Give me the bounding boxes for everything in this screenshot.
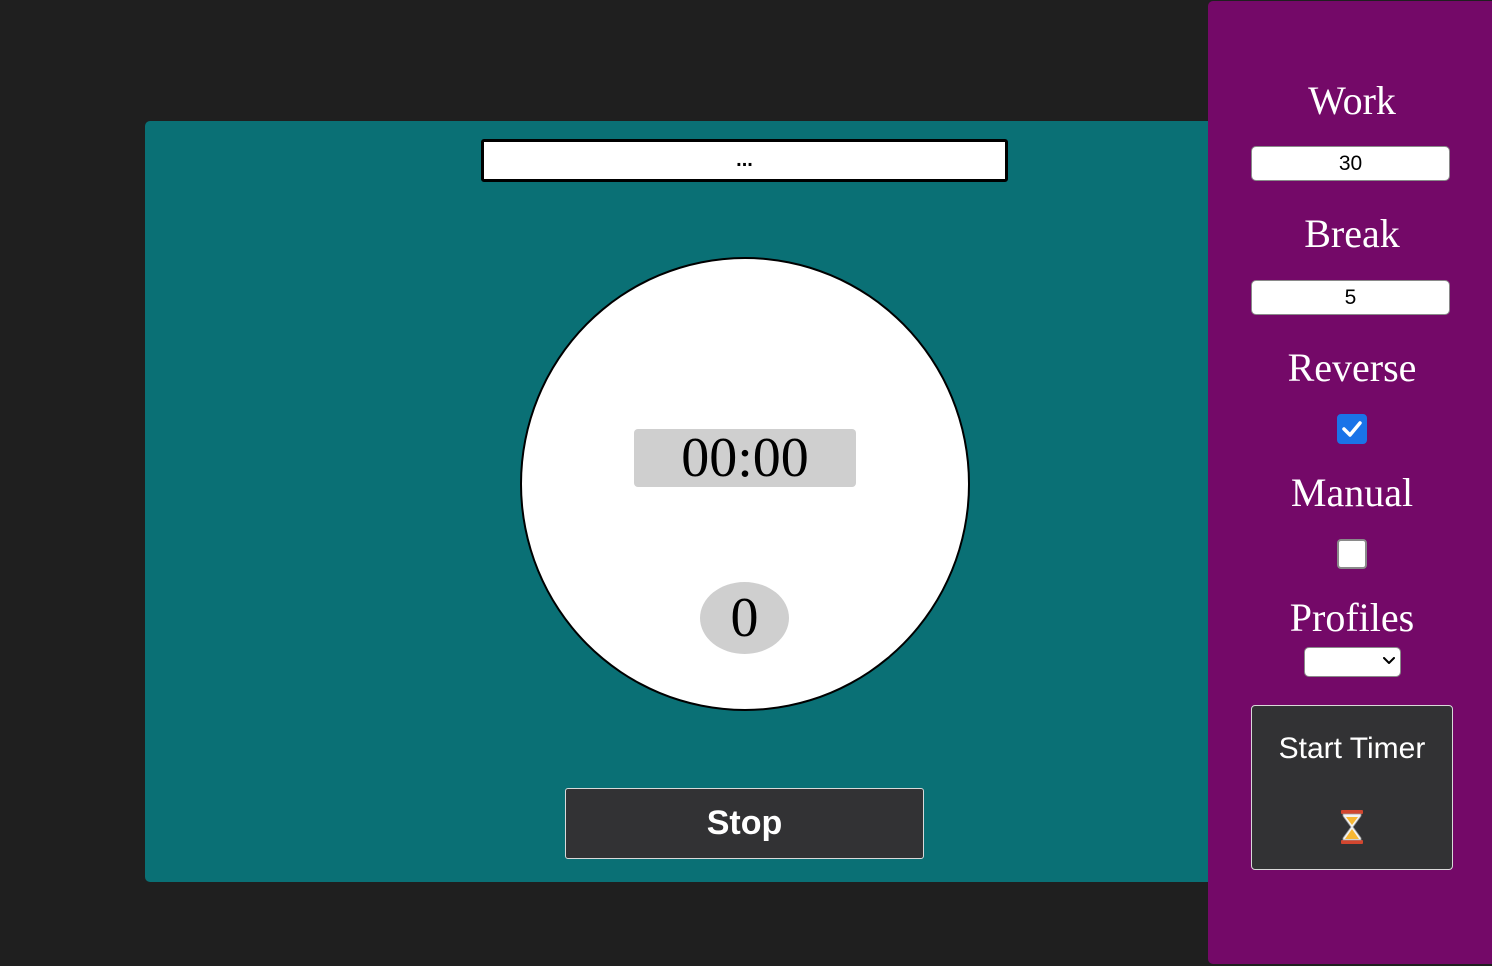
timer-panel: 00:00 0 Stop (145, 121, 1220, 882)
reverse-checkbox[interactable] (1337, 414, 1367, 444)
manual-label: Manual (1290, 470, 1414, 515)
work-label: Work (1308, 78, 1396, 123)
reverse-label: Reverse (1287, 345, 1417, 390)
start-timer-button[interactable]: Start Timer (1251, 705, 1453, 870)
profiles-dropdown[interactable] (1304, 647, 1401, 677)
hourglass-icon (1341, 810, 1363, 844)
work-duration-input[interactable] (1251, 146, 1450, 181)
break-duration-input[interactable] (1251, 280, 1450, 315)
start-timer-label: Start Timer (1278, 732, 1426, 765)
task-name-input[interactable] (481, 139, 1008, 182)
app-root: 00:00 0 Stop Work Break Reverse Manual P… (0, 0, 1492, 966)
break-label: Break (1304, 211, 1400, 256)
time-display: 00:00 (634, 429, 856, 487)
profiles-label: Profiles (1289, 595, 1415, 640)
chevron-down-icon (1383, 657, 1395, 664)
manual-checkbox[interactable] (1337, 539, 1367, 569)
stop-button[interactable]: Stop (565, 788, 924, 859)
round-counter: 0 (700, 582, 789, 654)
settings-sidebar: Work Break Reverse Manual Profiles Start… (1208, 1, 1492, 964)
clock-face: 00:00 0 (520, 257, 970, 711)
checkmark-icon (1342, 421, 1362, 437)
